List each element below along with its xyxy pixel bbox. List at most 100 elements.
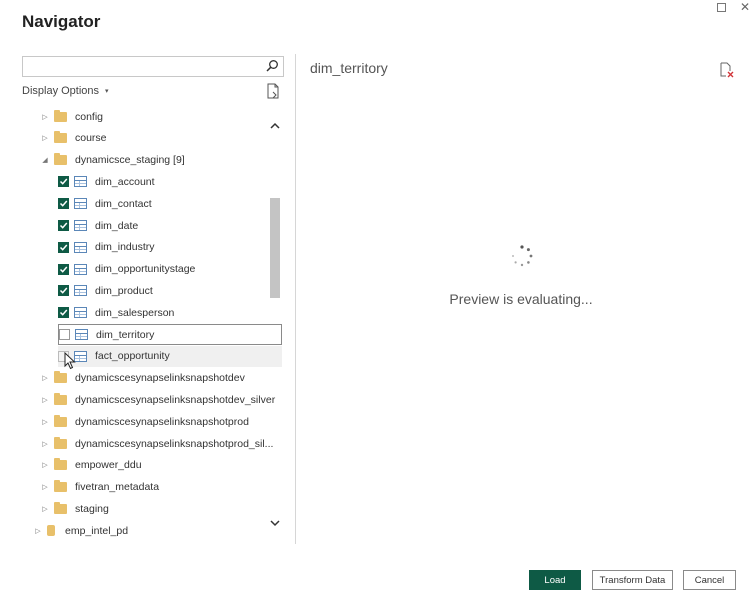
tree-item-label: config bbox=[75, 110, 104, 123]
tree-item-label: dim_opportunitystage bbox=[95, 263, 196, 276]
folder-icon bbox=[54, 153, 67, 166]
database-icon bbox=[47, 525, 55, 537]
close-icon[interactable]: ✕ bbox=[736, 0, 754, 14]
expand-arrow-icon[interactable]: ▷ bbox=[40, 440, 50, 448]
cancel-button[interactable]: Cancel bbox=[683, 570, 736, 590]
tree-item-label: staging bbox=[75, 502, 109, 515]
tree-database-item[interactable]: ▷ emp_intel_pd bbox=[33, 520, 128, 541]
table-checkbox[interactable] bbox=[58, 263, 69, 275]
folder-icon bbox=[54, 131, 67, 144]
table-icon bbox=[75, 329, 88, 340]
expand-arrow-icon[interactable]: ▷ bbox=[40, 134, 50, 142]
display-options-label: Display Options bbox=[22, 85, 100, 97]
table-checkbox[interactable] bbox=[58, 176, 69, 188]
table-icon bbox=[74, 198, 87, 210]
scroll-thumb[interactable] bbox=[270, 198, 280, 298]
tree-item-label: dim_industry bbox=[95, 241, 155, 254]
tree-item-label: dynamicscesynapselinksnapshotdev bbox=[75, 372, 245, 385]
table-icon bbox=[74, 307, 87, 319]
tree-table-item[interactable]: dim_account bbox=[58, 171, 282, 192]
tree-item-label: emp_intel_pd bbox=[65, 524, 129, 537]
folder-icon bbox=[54, 392, 67, 405]
new-document-icon[interactable] bbox=[266, 83, 280, 99]
expand-arrow-icon[interactable]: ▷ bbox=[40, 396, 50, 404]
search-box bbox=[22, 56, 284, 77]
tree-table-item[interactable]: dim_date bbox=[58, 215, 282, 236]
table-icon bbox=[74, 241, 87, 253]
folder-icon bbox=[54, 109, 67, 122]
table-checkbox[interactable] bbox=[58, 220, 69, 231]
mouse-cursor-icon bbox=[64, 352, 76, 370]
tree-table-item[interactable]: dim_territory bbox=[58, 324, 282, 345]
table-checkbox[interactable] bbox=[59, 329, 70, 340]
scroll-up-icon[interactable] bbox=[268, 118, 282, 132]
tree-item-label: dim_contact bbox=[95, 197, 152, 210]
table-checkbox[interactable] bbox=[58, 241, 69, 253]
expand-arrow-icon[interactable]: ▷ bbox=[40, 113, 50, 121]
preview-status: Preview is evaluating... bbox=[449, 291, 593, 307]
tree-table-item[interactable]: dim_contact bbox=[58, 193, 282, 214]
navigator-tree: ▷ config ▷ course ◢ dynamicsce_staging [9] dim… bbox=[22, 106, 284, 546]
folder-icon bbox=[54, 414, 67, 427]
tree-folder-item[interactable]: ▷ empower_ddu bbox=[40, 455, 142, 476]
tree-folder-item[interactable]: ▷ dynamicscesynapselinksnapshotdev bbox=[40, 368, 245, 389]
tree-folder-item[interactable]: ▷ dynamicscesynapselinksnapshotdev_silver bbox=[40, 389, 275, 410]
tree-table-item[interactable]: dim_opportunitystage bbox=[58, 259, 282, 280]
search-icon[interactable] bbox=[265, 59, 279, 73]
tree-item-label: fivetran_metadata bbox=[75, 481, 160, 494]
tree-item-label: course bbox=[75, 132, 107, 145]
search-input[interactable] bbox=[23, 57, 259, 77]
expand-arrow-icon[interactable]: ▷ bbox=[40, 418, 50, 426]
tree-table-item[interactable]: dim_product bbox=[58, 280, 282, 301]
tree-item-label: dynamicsce_staging [9] bbox=[75, 154, 185, 167]
tree-item-label: empower_ddu bbox=[75, 459, 142, 472]
tree-folder-item[interactable]: ▷ course bbox=[40, 128, 107, 149]
table-icon bbox=[74, 176, 87, 188]
expand-arrow-icon[interactable]: ▷ bbox=[40, 374, 50, 382]
load-button[interactable]: Load bbox=[529, 570, 581, 590]
refresh-preview-icon[interactable] bbox=[718, 62, 734, 78]
expand-arrow-icon[interactable]: ▷ bbox=[33, 527, 43, 535]
tree-item-label: dynamicscesynapselinksnapshotdev_silver bbox=[75, 393, 276, 406]
tree-table-item[interactable]: dim_industry bbox=[58, 237, 282, 258]
tree-table-item[interactable]: dim_salesperson bbox=[58, 302, 282, 323]
dialog-title: Navigator bbox=[22, 12, 101, 31]
expand-arrow-icon[interactable]: ▷ bbox=[40, 505, 50, 513]
tree-folder-item[interactable]: ▷ dynamicscesynapselinksnapshotprod_sil..… bbox=[40, 433, 273, 454]
tree-item-label: dim_product bbox=[95, 284, 153, 297]
table-checkbox[interactable] bbox=[58, 285, 69, 297]
folder-icon bbox=[54, 480, 67, 493]
pane-divider bbox=[295, 54, 296, 544]
expand-arrow-icon[interactable]: ▷ bbox=[40, 483, 50, 491]
tree-folder-item[interactable]: ◢ dynamicsce_staging [9] bbox=[40, 150, 185, 171]
tree-item-label: dim_account bbox=[95, 175, 155, 188]
tree-item-label: dim_territory bbox=[96, 328, 155, 341]
tree-item-label: dim_salesperson bbox=[95, 306, 175, 319]
tree-scrollbar[interactable] bbox=[268, 112, 282, 542]
expand-arrow-icon[interactable]: ▷ bbox=[40, 461, 50, 469]
tree-item-label: fact_opportunity bbox=[95, 350, 170, 363]
table-checkbox[interactable] bbox=[58, 307, 69, 319]
collapse-arrow-icon[interactable]: ◢ bbox=[40, 156, 50, 164]
transform-data-button[interactable]: Transform Data bbox=[592, 570, 673, 590]
tree-table-item[interactable]: fact_opportunity bbox=[58, 345, 282, 367]
tree-item-label: dynamicscesynapselinksnapshotprod bbox=[75, 415, 249, 428]
loading-spinner-icon bbox=[512, 245, 533, 267]
table-icon bbox=[74, 285, 87, 297]
folder-icon bbox=[54, 501, 67, 514]
tree-folder-item[interactable]: ▷ dynamicscesynapselinksnapshotprod bbox=[40, 411, 249, 432]
maximize-icon[interactable] bbox=[712, 0, 730, 14]
preview-title: dim_territory bbox=[310, 60, 388, 76]
table-checkbox[interactable] bbox=[58, 198, 69, 210]
table-icon bbox=[74, 263, 87, 275]
chevron-down-icon: ▾ bbox=[105, 88, 109, 95]
display-options-dropdown[interactable]: Display Options ▾ bbox=[22, 85, 109, 97]
folder-icon bbox=[54, 458, 67, 471]
scroll-down-icon[interactable] bbox=[268, 516, 282, 530]
tree-folder-item[interactable]: ▷ config bbox=[40, 106, 103, 127]
tree-folder-item[interactable]: ▷ fivetran_metadata bbox=[40, 477, 159, 498]
tree-folder-item[interactable]: ▷ staging bbox=[40, 498, 109, 519]
folder-icon bbox=[54, 436, 67, 449]
tree-item-label: dim_date bbox=[95, 219, 139, 232]
table-icon bbox=[74, 220, 87, 231]
